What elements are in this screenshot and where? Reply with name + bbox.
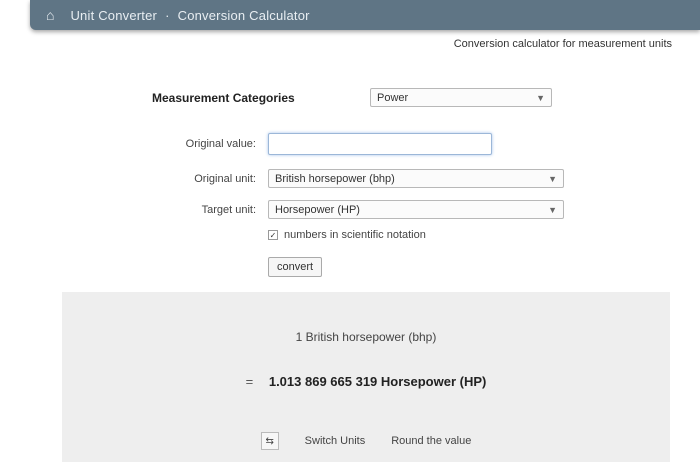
convert-button[interactable]: convert <box>268 257 323 277</box>
section-title: Conversion Calculator <box>177 7 310 23</box>
title-bar: ⌂ Unit Converter · Conversion Calculator <box>30 0 700 30</box>
equals-sign: = <box>245 374 254 389</box>
chevron-down-icon: ▼ <box>548 204 557 215</box>
scientific-notation-checkbox[interactable]: ✓ <box>268 230 278 240</box>
target-unit-label: Target unit: <box>201 203 256 216</box>
switch-units-link[interactable]: Switch Units <box>305 435 366 447</box>
category-select-value: Power <box>377 91 409 104</box>
scientific-notation-row: ✓ numbers in scientific notation <box>268 229 426 241</box>
result-from: 1 British horsepower (bhp) <box>295 330 437 344</box>
check-icon: ✓ <box>269 230 277 240</box>
round-value-link[interactable]: Round the value <box>391 435 471 447</box>
result-value: 1.013 869 665 319 Horsepower (HP) <box>268 374 487 389</box>
swap-icon[interactable]: ⇆ <box>260 432 279 450</box>
original-unit-select[interactable]: British horsepower (bhp) ▼ <box>268 169 564 188</box>
target-unit-row: Target unit: Horsepower (HP) ▼ <box>120 200 564 219</box>
app-title: Unit Converter <box>70 7 158 23</box>
original-unit-row: Original unit: British horsepower (bhp) … <box>120 169 564 188</box>
convert-row: convert <box>268 257 323 277</box>
result-to: = 1.013 869 665 319 Horsepower (HP) <box>62 374 670 389</box>
original-value-label: Original value: <box>185 138 256 150</box>
title-separator: · <box>165 7 170 23</box>
home-icon[interactable]: ⌂ <box>46 7 54 23</box>
original-value-input[interactable] <box>268 133 492 155</box>
result-panel: 1 British horsepower (bhp) = 1.013 869 6… <box>62 292 670 462</box>
original-unit-label: Original unit: <box>194 172 256 185</box>
target-unit-select[interactable]: Horsepower (HP) ▼ <box>268 200 564 219</box>
chevron-down-icon: ▼ <box>536 92 545 103</box>
result-actions: ⇆ Switch Units Round the value <box>62 432 670 450</box>
page-subtitle: Conversion calculator for measurement un… <box>453 38 672 50</box>
chevron-down-icon: ▼ <box>548 173 557 184</box>
scientific-notation-label: numbers in scientific notation <box>284 229 426 241</box>
original-value-row: Original value: <box>120 133 492 155</box>
category-label: Measurement Categories <box>152 90 295 105</box>
category-row: Measurement Categories Power ▼ <box>152 88 552 107</box>
target-unit-value: Horsepower (HP) <box>275 203 360 216</box>
category-select[interactable]: Power ▼ <box>370 88 552 107</box>
original-unit-value: British horsepower (bhp) <box>275 172 395 185</box>
